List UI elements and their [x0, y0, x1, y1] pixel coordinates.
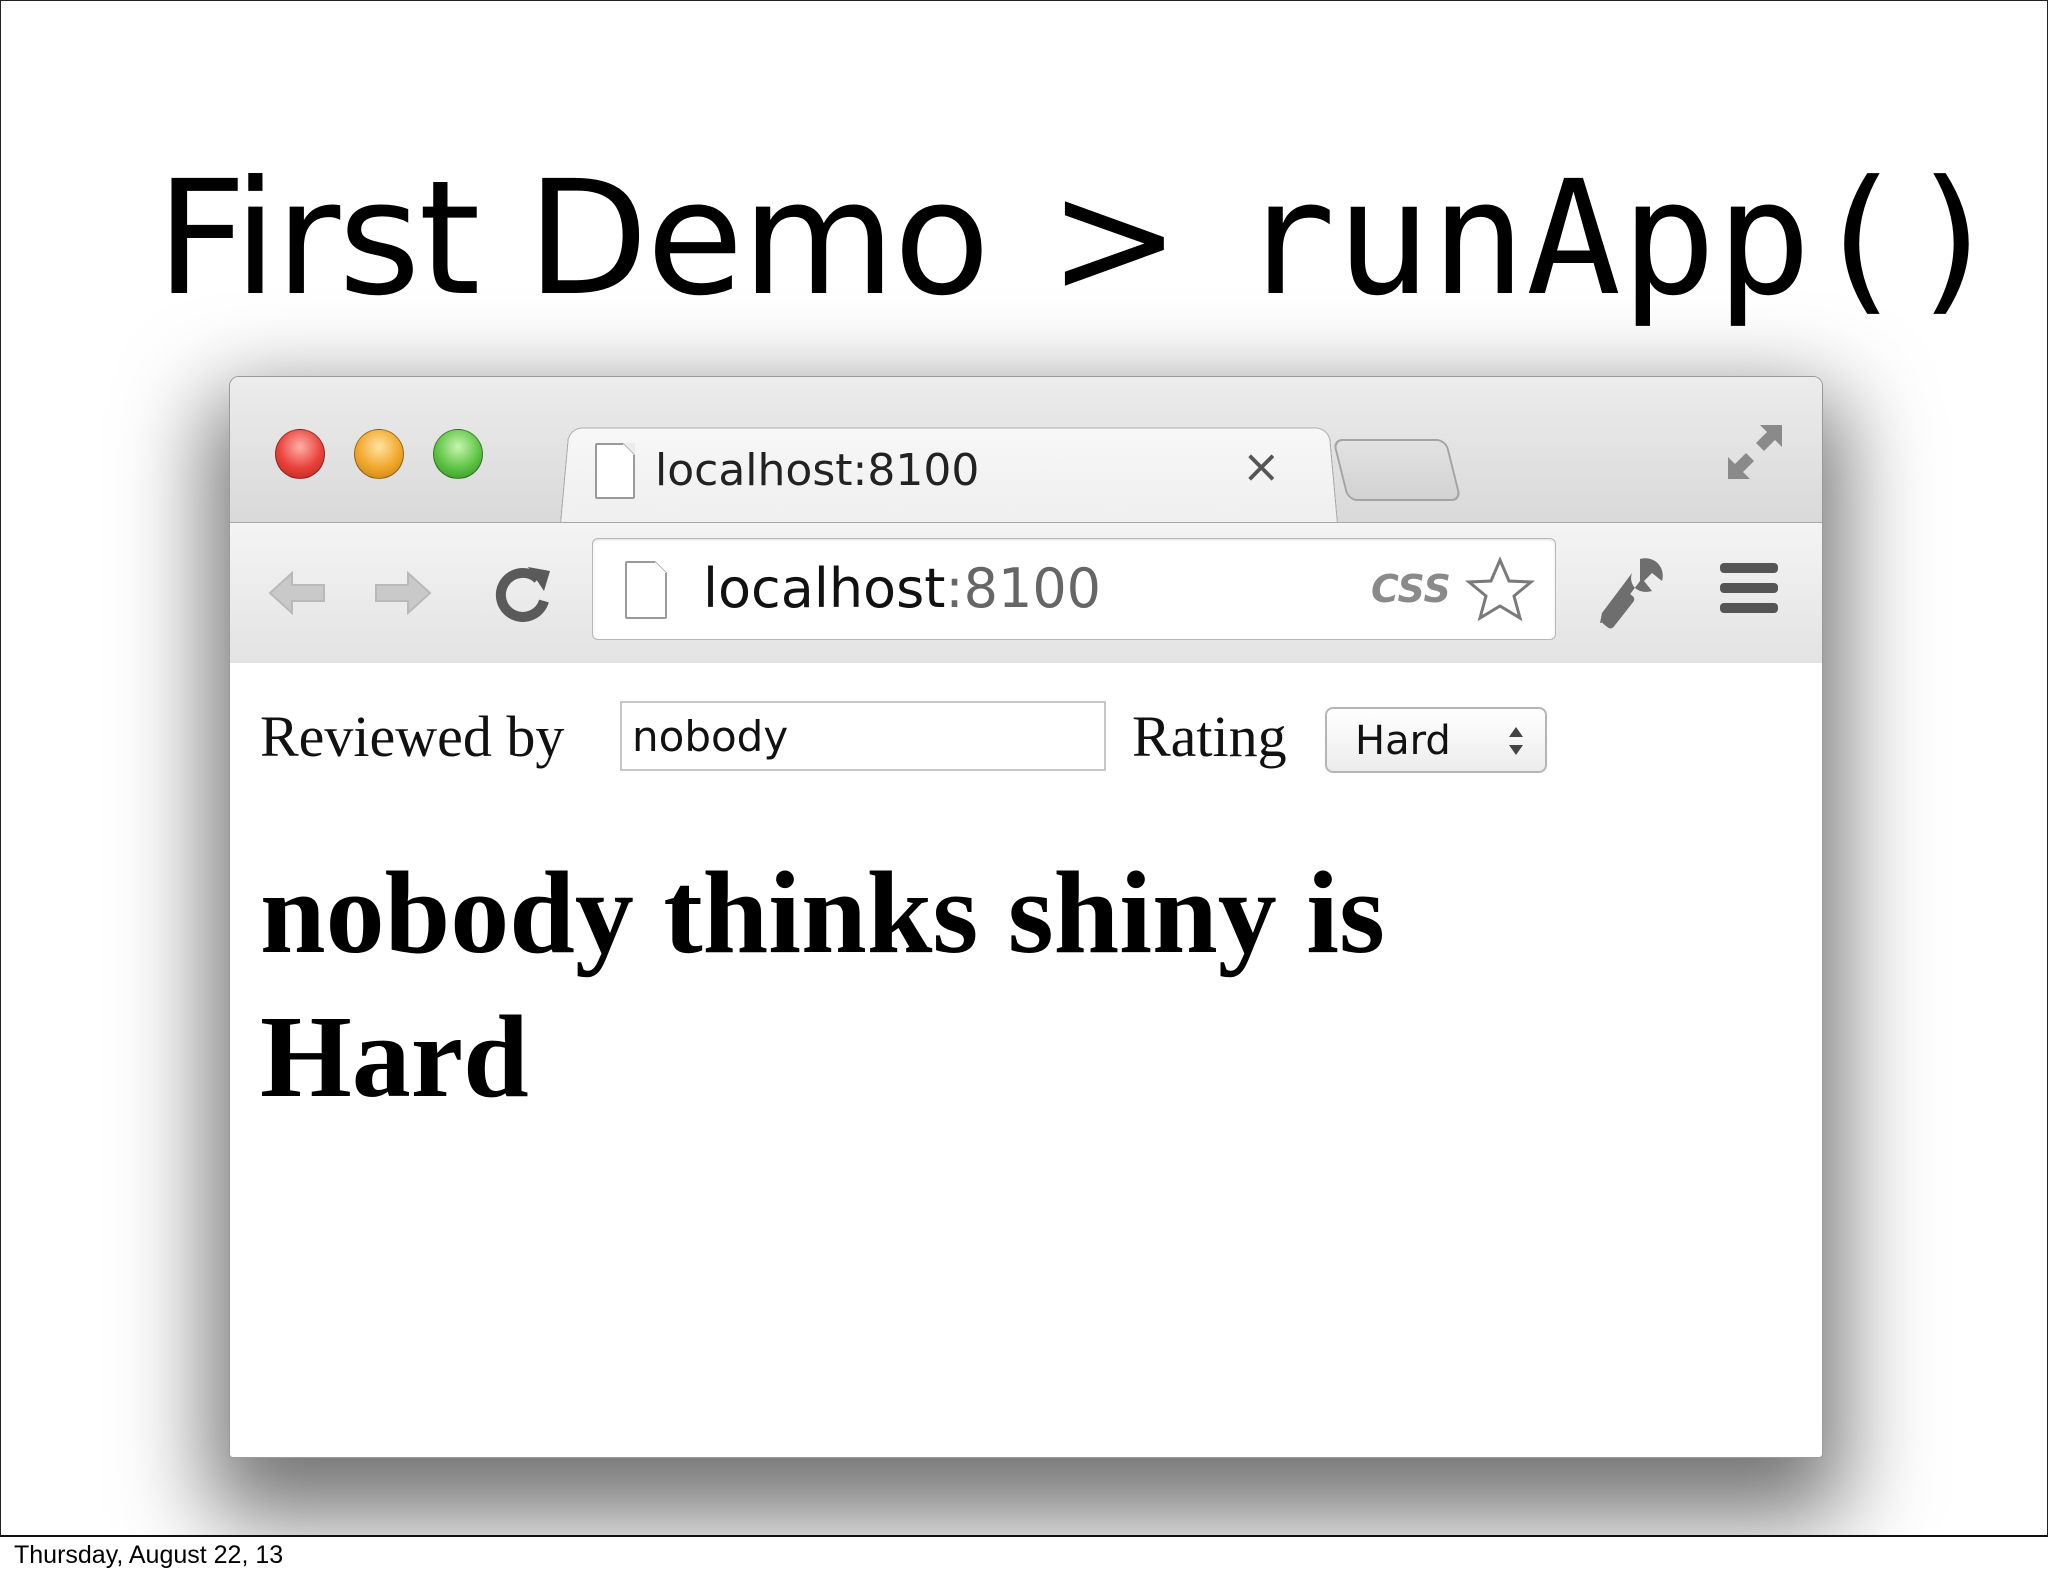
page-icon — [595, 443, 635, 499]
slide-title-separator: > — [1048, 149, 1180, 329]
slide: First Demo > runApp() localhost:8100 × l… — [0, 0, 2048, 1537]
wrench-icon[interactable] — [1592, 551, 1672, 631]
page-icon — [625, 561, 667, 619]
select-arrows-icon — [1507, 723, 1525, 759]
tab-title: localhost:8100 — [655, 445, 979, 496]
window-minimize-button[interactable] — [354, 429, 404, 479]
rating-select[interactable]: Hard — [1325, 707, 1547, 773]
menu-icon[interactable] — [1718, 559, 1780, 617]
address-url: localhost:8100 — [703, 559, 1101, 619]
address-port: :8100 — [945, 557, 1101, 620]
window-close-button[interactable] — [275, 429, 325, 479]
forward-arrow-icon[interactable] — [368, 561, 438, 625]
reviewed-by-label: Reviewed by — [260, 703, 564, 770]
slide-title-main: First Demo — [156, 149, 988, 329]
tab-strip: localhost:8100 × — [230, 377, 1822, 522]
rating-label: Rating — [1132, 703, 1287, 770]
review-headline: nobody thinks shiny is Hard — [260, 841, 1560, 1129]
reviewer-name-input[interactable] — [620, 701, 1106, 771]
browser-window: localhost:8100 × localhost:8100 CSS Revi… — [229, 376, 1823, 1458]
slide-title: First Demo > runApp() — [156, 149, 2002, 329]
slide-title-code: runApp() — [1241, 149, 2002, 329]
star-icon[interactable] — [1465, 555, 1535, 625]
reload-icon[interactable] — [488, 561, 558, 625]
window-zoom-button[interactable] — [433, 429, 483, 479]
address-bar[interactable]: localhost:8100 CSS — [592, 538, 1556, 640]
rating-selected-value: Hard — [1355, 718, 1451, 764]
back-arrow-icon[interactable] — [262, 561, 332, 625]
footer-date: Thursday, August 22, 13 — [14, 1541, 283, 1570]
tab-close-button[interactable]: × — [1242, 439, 1281, 493]
page-content: Reviewed by Rating Hard nobody thinks sh… — [230, 663, 1822, 1457]
fullscreen-icon[interactable] — [1720, 417, 1790, 487]
new-tab-button[interactable] — [1332, 439, 1461, 501]
browser-toolbar: localhost:8100 CSS — [230, 522, 1822, 664]
css-extension-badge[interactable]: CSS — [1371, 567, 1451, 611]
address-host: localhost — [703, 557, 945, 620]
